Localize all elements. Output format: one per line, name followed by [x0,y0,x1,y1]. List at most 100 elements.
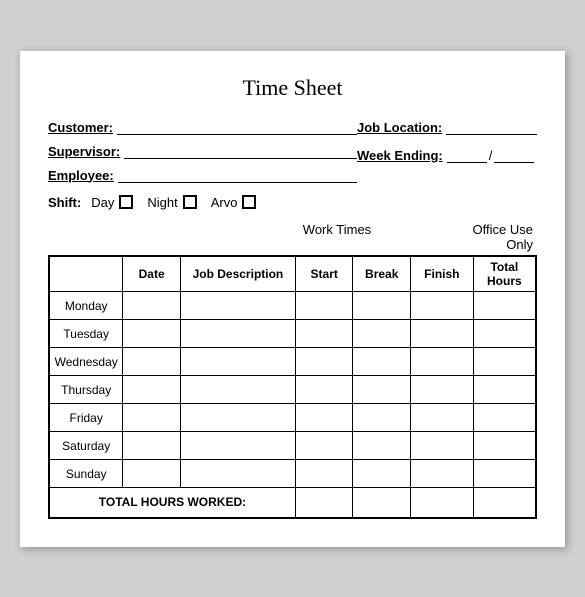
total-cell[interactable] [473,376,536,404]
day-cell: Saturday [49,432,123,460]
break-cell[interactable] [353,292,411,320]
table-row: Saturday [49,432,536,460]
job-location-label: Job Location: [357,120,442,135]
total-cell[interactable] [473,432,536,460]
col-header-break: Break [353,256,411,292]
date-cell[interactable] [123,292,181,320]
shift-night-text: Night [147,195,177,210]
col-header-start: Start [295,256,353,292]
total-cell[interactable] [473,292,536,320]
jobdesc-cell[interactable] [180,432,295,460]
finish-cell[interactable] [410,404,473,432]
date-cell[interactable] [123,432,181,460]
week-start-input[interactable] [447,147,487,163]
total-hours-label: TOTAL HOURS WORKED: [49,488,295,518]
shift-night-checkbox[interactable] [183,195,197,209]
start-cell[interactable] [295,376,353,404]
customer-input[interactable] [117,119,357,135]
shift-arvo-text: Arvo [211,195,238,210]
break-cell[interactable] [353,376,411,404]
jobdesc-cell[interactable] [180,320,295,348]
job-location-row: Job Location: [357,119,537,135]
shift-day-option: Day [91,195,141,210]
finish-cell[interactable] [410,460,473,488]
customer-label: Customer: [48,120,113,135]
break-cell[interactable] [353,348,411,376]
shift-row: Shift: Day Night Arvo [48,195,537,210]
finish-cell[interactable] [410,432,473,460]
total-cell[interactable] [473,348,536,376]
start-cell[interactable] [295,348,353,376]
start-cell[interactable] [295,320,353,348]
week-end-input[interactable] [494,147,534,163]
shift-day-checkbox[interactable] [119,195,133,209]
employee-input[interactable] [118,167,357,183]
col-header-jobdesc: Job Description [180,256,295,292]
break-cell[interactable] [353,460,411,488]
start-cell[interactable] [295,432,353,460]
table-row: Friday [49,404,536,432]
finish-cell[interactable] [410,348,473,376]
jobdesc-cell[interactable] [180,376,295,404]
date-cell[interactable] [123,404,181,432]
customer-row: Customer: [48,119,357,135]
total-start-cell [295,488,353,518]
shift-label: Shift: [48,195,81,210]
jobdesc-cell[interactable] [180,404,295,432]
shift-arvo-checkbox[interactable] [242,195,256,209]
page-title: Time Sheet [48,75,537,101]
day-cell: Wednesday [49,348,123,376]
shift-night-option: Night [147,195,204,210]
jobdesc-cell[interactable] [180,348,295,376]
table-subheader: Work Times Office Use Only [48,222,537,252]
total-break-cell [353,488,411,518]
date-cell[interactable] [123,460,181,488]
supervisor-row: Supervisor: [48,143,357,159]
date-cell[interactable] [123,348,181,376]
day-cell: Thursday [49,376,123,404]
employee-row: Employee: [48,167,357,183]
total-hours-row: TOTAL HOURS WORKED: [49,488,536,518]
day-cell: Tuesday [49,320,123,348]
jobdesc-cell[interactable] [180,460,295,488]
job-location-input[interactable] [446,119,537,135]
break-cell[interactable] [353,432,411,460]
total-finish-cell [410,488,473,518]
start-cell[interactable] [295,292,353,320]
break-cell[interactable] [353,320,411,348]
date-cell[interactable] [123,376,181,404]
finish-cell[interactable] [410,320,473,348]
supervisor-input[interactable] [124,143,357,159]
table-header-row: Date Job Description Start Break Finish … [49,256,536,292]
total-cell[interactable] [473,460,536,488]
table-row: Monday [49,292,536,320]
supervisor-label: Supervisor: [48,144,120,159]
table-row: Sunday [49,460,536,488]
office-use-header: Office Use Only [457,222,537,252]
col-header-finish: Finish [410,256,473,292]
finish-cell[interactable] [410,292,473,320]
week-ending-label: Week Ending: [357,148,443,163]
jobdesc-cell[interactable] [180,292,295,320]
table-row: Tuesday [49,320,536,348]
start-cell[interactable] [295,460,353,488]
col-header-day [49,256,123,292]
timesheet-page: Time Sheet Customer: Supervisor: Employe… [20,51,565,547]
subheader-spacer [48,222,217,252]
col-header-date: Date [123,256,181,292]
date-cell[interactable] [123,320,181,348]
total-cell[interactable] [473,320,536,348]
form-right: Job Location: Week Ending: / [357,119,537,191]
finish-cell[interactable] [410,376,473,404]
table-row: Wednesday [49,348,536,376]
day-cell: Friday [49,404,123,432]
start-cell[interactable] [295,404,353,432]
day-cell: Sunday [49,460,123,488]
table-row: Thursday [49,376,536,404]
shift-day-text: Day [91,195,114,210]
week-slash: / [489,148,493,163]
total-cell[interactable] [473,404,536,432]
break-cell[interactable] [353,404,411,432]
employee-label: Employee: [48,168,114,183]
total-value-cell[interactable] [473,488,536,518]
